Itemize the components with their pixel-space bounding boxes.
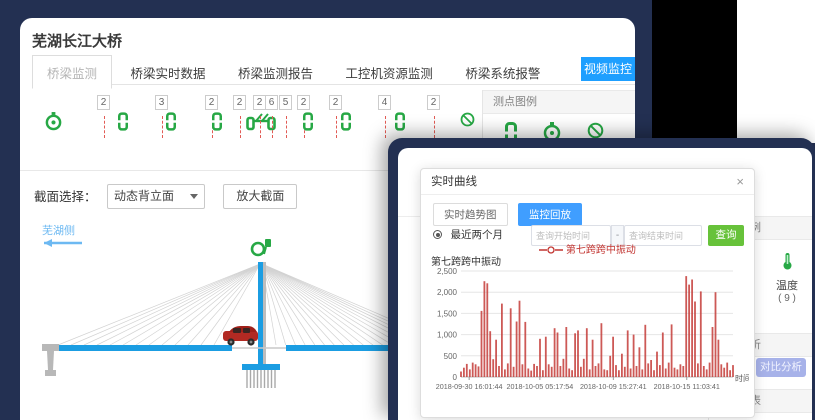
svg-text:1,000: 1,000	[437, 331, 458, 340]
sensor-count-badge[interactable]: 2	[329, 95, 342, 110]
svg-text:2018-10-09 15:27:41: 2018-10-09 15:27:41	[580, 382, 647, 391]
sensor-dash-line	[260, 116, 261, 138]
radio-last-two-months[interactable]	[433, 230, 442, 239]
legend-panel-header: 测点图例	[483, 90, 635, 114]
sensor-count-badge[interactable]: 3	[155, 95, 168, 110]
tab-monitor-playback[interactable]: 监控回放	[518, 203, 582, 226]
sensor-dash-line	[385, 116, 386, 138]
svg-text:0: 0	[453, 373, 458, 382]
sensor-count-badge[interactable]: 2	[97, 95, 110, 110]
left-arrow-icon	[44, 239, 52, 247]
sensor-dash-line	[240, 116, 241, 138]
overlay-card: 测点图例 温度 ( 9 ) 对比分析 对比分析 测点列表 实时曲线 × 实时趋势…	[388, 138, 815, 420]
sensor-count-badge[interactable]: 2	[233, 95, 246, 110]
chain-icon	[166, 112, 176, 136]
tab-ipc-resource[interactable]: 工控机资源监测	[331, 56, 447, 88]
left-pier	[42, 344, 59, 376]
chart-legend-label: 第七跨跨中振动	[566, 245, 636, 256]
sensor-dash-line	[104, 116, 105, 138]
main-tabbar: 桥梁监测 桥梁实时数据 桥梁监测报告 工控机资源监测 桥梁系统报警	[32, 55, 635, 85]
section-select-value: 动态背立面	[114, 189, 174, 203]
sensor-count-badge[interactable]: 2	[205, 95, 218, 110]
zoom-section-button[interactable]: 放大截面	[223, 184, 297, 209]
svg-text:2,500: 2,500	[437, 267, 458, 276]
dialog-tabs: 实时趋势图 监控回放	[421, 195, 754, 226]
compare-analysis-button[interactable]: 对比分析	[756, 358, 806, 377]
svg-text:2018-10-15 11:03:41: 2018-10-15 11:03:41	[654, 382, 720, 391]
chain-icon	[303, 112, 313, 136]
sensor-count-badge[interactable]: 5	[279, 95, 292, 110]
tab-realtime-data[interactable]: 桥梁实时数据	[116, 56, 219, 88]
section-select-label: 截面选择：	[34, 190, 97, 204]
thermometer-icon	[782, 257, 793, 274]
chain-icon	[341, 112, 351, 136]
section-select-dropdown[interactable]: 动态背立面	[107, 184, 205, 209]
sensor-dash-line	[272, 116, 273, 138]
valve-icon	[252, 239, 271, 255]
chain-icon	[212, 112, 222, 136]
chain-icon	[118, 112, 128, 136]
tab-trend-chart[interactable]: 实时趋势图	[433, 203, 508, 226]
slash-icon	[460, 112, 475, 132]
vibration-chart[interactable]: 0 500 1,000 1,500 2,000 2,500 2018-09-30 16:01…	[425, 263, 749, 397]
tab-monitor-report[interactable]: 桥梁监测报告	[224, 56, 327, 88]
dialog-title: 实时曲线	[431, 176, 477, 188]
radio-label: 最近两个月	[450, 229, 503, 241]
sensor-dash-line	[162, 116, 163, 138]
close-icon[interactable]: ×	[736, 169, 744, 195]
page-title: 芜湖长江大桥	[32, 30, 122, 51]
sensor-count-badge[interactable]: 2	[297, 95, 310, 110]
svg-text:时间: 时间	[735, 373, 749, 383]
realtime-curve-dialog: 实时曲线 × 实时趋势图 监控回放 最近两个月 - 查询 第七跨跨中振动 第七跨…	[420, 168, 755, 418]
temperature-count: ( 9 )	[764, 293, 810, 304]
sensor-dash-line	[336, 116, 337, 138]
svg-text:2018-10-05 05:17:54: 2018-10-05 05:17:54	[507, 382, 574, 391]
backdrop-white-area	[737, 0, 815, 143]
bridge-side-label: 芜湖侧	[42, 223, 75, 237]
car	[223, 326, 258, 346]
temperature-label: 温度	[764, 277, 810, 293]
overlay-window: 测点图例 温度 ( 9 ) 对比分析 对比分析 测点列表 实时曲线 × 实时趋势…	[398, 148, 812, 420]
svg-text:2,000: 2,000	[437, 288, 458, 297]
tab-bridge-monitoring[interactable]: 桥梁监测	[32, 55, 112, 89]
sensor-dash-line	[286, 116, 287, 138]
video-monitor-button[interactable]: 视频监控	[581, 57, 635, 81]
dialog-header: 实时曲线 ×	[421, 169, 754, 195]
backdrop-black-area	[652, 0, 737, 143]
temperature-item[interactable]: 温度 ( 9 )	[764, 252, 810, 304]
sensor-count-badge[interactable]: 6	[265, 95, 278, 110]
sensor-count-badge[interactable]: 2	[427, 95, 440, 110]
tab-system-alarm[interactable]: 桥梁系统报警	[451, 56, 554, 88]
sensor-count-badge[interactable]: 4	[378, 95, 391, 110]
svg-text:500: 500	[444, 352, 458, 361]
chain-icon	[395, 112, 405, 136]
sensor-dash-line	[434, 116, 435, 138]
clock-icon	[45, 112, 62, 136]
svg-text:1,500: 1,500	[437, 309, 458, 318]
chevron-down-icon	[190, 194, 198, 199]
svg-text:2018-09-30 16:01:44: 2018-09-30 16:01:44	[436, 382, 503, 391]
